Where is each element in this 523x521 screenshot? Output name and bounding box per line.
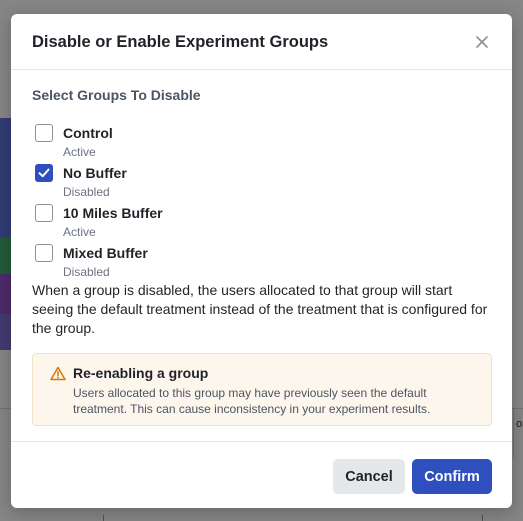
warning-text: Users allocated to this group may have p… <box>73 386 431 416</box>
disable-explanation: When a group is disabled, the users allo… <box>32 282 488 336</box>
experiment-groups-modal: Disable or Enable Experiment Groups Sele… <box>11 14 512 508</box>
group-option-no-buffer[interactable]: No Buffer Disabled <box>32 164 332 204</box>
confirm-button[interactable]: Confirm <box>412 459 492 494</box>
close-icon <box>476 36 488 48</box>
group-status: Disabled <box>63 185 110 199</box>
group-checkbox-mixed-buffer[interactable] <box>35 244 53 262</box>
modal-footer: Cancel Confirm <box>11 441 512 508</box>
modal-header: Disable or Enable Experiment Groups <box>11 14 512 70</box>
cancel-button[interactable]: Cancel <box>333 459 405 494</box>
group-name[interactable]: Mixed Buffer <box>63 245 148 261</box>
group-name[interactable]: 10 Miles Buffer <box>63 205 163 221</box>
warning-callout: Re-enabling a group Users allocated to t… <box>32 353 492 426</box>
group-status: Active <box>63 145 96 159</box>
warning-title: Re-enabling a group <box>73 365 209 381</box>
group-checkbox-10-miles-buffer[interactable] <box>35 204 53 222</box>
group-name[interactable]: No Buffer <box>63 165 127 181</box>
group-option-mixed-buffer[interactable]: Mixed Buffer Disabled <box>32 244 332 284</box>
group-option-10-miles-buffer[interactable]: 10 Miles Buffer Active <box>32 204 332 244</box>
group-option-control[interactable]: Control Active <box>32 124 332 164</box>
section-label: Select Groups To Disable <box>32 87 201 103</box>
warning-triangle-icon <box>50 366 66 381</box>
group-checkbox-control[interactable] <box>35 124 53 142</box>
modal-title: Disable or Enable Experiment Groups <box>32 33 329 51</box>
group-checkbox-no-buffer[interactable] <box>35 164 53 182</box>
checkmark-icon <box>38 168 50 178</box>
close-button[interactable] <box>472 32 492 52</box>
group-name[interactable]: Control <box>63 125 113 141</box>
group-status: Disabled <box>63 265 110 279</box>
group-status: Active <box>63 225 96 239</box>
